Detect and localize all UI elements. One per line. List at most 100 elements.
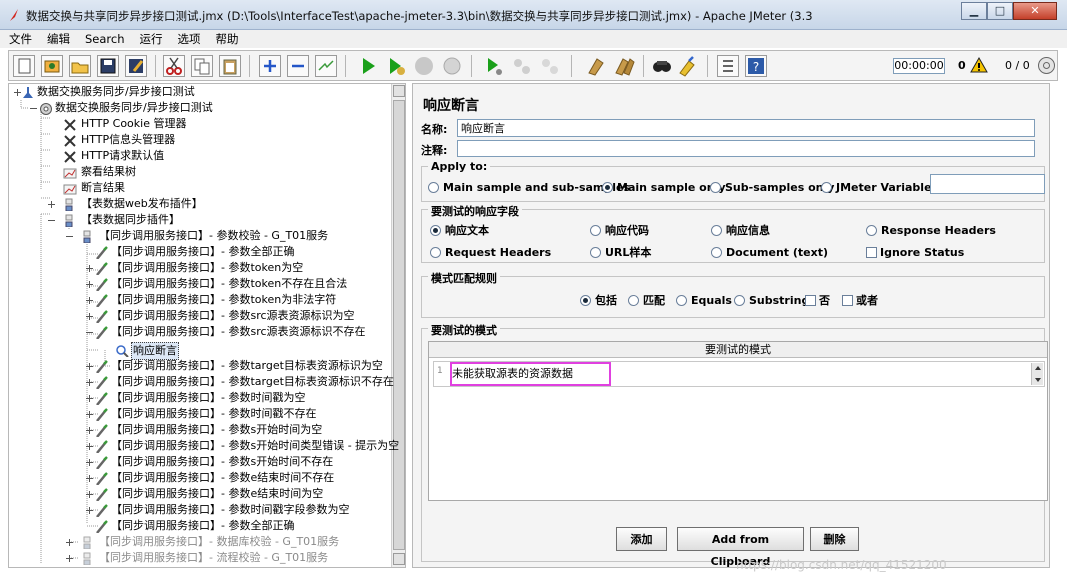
clear-icon[interactable]: [585, 55, 607, 77]
tree-toggle-icon[interactable]: [85, 426, 94, 435]
tree-toggle-icon[interactable]: [65, 538, 74, 547]
field-url-sample-radio[interactable]: URL样本: [590, 246, 651, 260]
patterns-column-header[interactable]: 要测试的模式: [429, 342, 1047, 358]
menu-help[interactable]: 帮助: [207, 30, 245, 47]
rule-equals-radio[interactable]: Equals: [676, 294, 732, 308]
tree-toggle-icon[interactable]: [85, 490, 94, 499]
remote-globe-icon[interactable]: [1037, 56, 1056, 75]
save-as-icon[interactable]: [125, 55, 147, 77]
field-document-text-radio[interactable]: Document (text): [711, 246, 828, 260]
tree-toggle-icon[interactable]: [85, 394, 94, 403]
ignore-status-checkbox[interactable]: Ignore Status: [866, 246, 964, 260]
clear-all-icon[interactable]: [613, 55, 635, 77]
thread-count: 0 / 0: [1005, 59, 1030, 72]
scroll-thumb[interactable]: [393, 100, 405, 550]
test-plan-tree[interactable]: 数据交换服务同步/异步接口测试 数据交换服务同步/异步接口测试 HTTP Coo…: [8, 83, 406, 568]
tree-toggle-icon[interactable]: [29, 104, 38, 113]
reset-search-icon[interactable]: [677, 55, 699, 77]
new-icon[interactable]: [13, 55, 35, 77]
expand-icon[interactable]: [259, 55, 281, 77]
rule-contains-radio[interactable]: 包括: [580, 294, 617, 308]
delete-button[interactable]: 删除: [810, 527, 859, 551]
stop-icon[interactable]: [413, 55, 435, 77]
scroll-up-arrow[interactable]: [393, 85, 405, 97]
help-icon[interactable]: ?: [745, 55, 767, 77]
comment-input[interactable]: [457, 140, 1035, 157]
minimize-button[interactable]: ▁: [961, 2, 987, 20]
pattern-scrollbar[interactable]: [1031, 363, 1043, 385]
tree-toggle-icon[interactable]: [85, 362, 94, 371]
tree-toggle-icon[interactable]: [47, 200, 56, 209]
start-no-pause-icon[interactable]: [385, 55, 407, 77]
apply-jmeter-variable-radio[interactable]: JMeter Variable: [821, 181, 932, 195]
add-from-clipboard-button[interactable]: Add from Clipboard: [677, 527, 804, 568]
pattern-line-number: 1: [437, 366, 443, 376]
function-helper-icon[interactable]: [717, 55, 739, 77]
open-icon[interactable]: [69, 55, 91, 77]
config-icon: [64, 135, 76, 147]
sampler-icon: [96, 472, 108, 485]
maximize-button[interactable]: □: [987, 2, 1013, 20]
tree-toggle-icon[interactable]: [85, 474, 94, 483]
shutdown-icon[interactable]: [441, 55, 463, 77]
toggle-icon[interactable]: [315, 55, 337, 77]
menu-edit[interactable]: 编辑: [38, 30, 76, 47]
collapse-icon[interactable]: [287, 55, 309, 77]
tree-toggle-icon[interactable]: [85, 506, 94, 515]
tree-toggle-icon[interactable]: [65, 232, 74, 241]
tree-toggle-icon[interactable]: [85, 312, 94, 321]
apply-main-only-radio[interactable]: Main sample only: [602, 181, 726, 195]
field-response-message-radio[interactable]: 响应信息: [711, 224, 770, 238]
sampler-icon: [96, 520, 108, 533]
remote-stop-icon[interactable]: [511, 55, 533, 77]
close-button[interactable]: ✕: [1013, 2, 1057, 20]
tree-toggle-icon[interactable]: [65, 554, 74, 563]
apply-main-and-sub-radio[interactable]: Main sample and sub-samples: [428, 181, 630, 195]
jmeter-variable-input[interactable]: [930, 174, 1045, 194]
save-icon[interactable]: [97, 55, 119, 77]
rule-or-checkbox[interactable]: 或者: [842, 294, 878, 308]
menu-search[interactable]: Search: [76, 30, 131, 47]
field-response-text-radio[interactable]: 响应文本: [430, 224, 489, 238]
tree-toggle-icon[interactable]: [85, 442, 94, 451]
field-response-code-radio[interactable]: 响应代码: [590, 224, 649, 238]
tree-toggle-icon[interactable]: [85, 296, 94, 305]
tree-toggle-icon[interactable]: [85, 378, 94, 387]
cut-icon[interactable]: [163, 55, 185, 77]
sampler-icon: [96, 278, 108, 291]
tree-toggle-icon[interactable]: [85, 280, 94, 289]
field-response-headers-radio[interactable]: Response Headers: [866, 224, 996, 238]
menu-file[interactable]: 文件: [0, 30, 38, 47]
field-request-headers-radio[interactable]: Request Headers: [430, 246, 551, 260]
paste-icon[interactable]: [219, 55, 241, 77]
search-icon[interactable]: [651, 55, 673, 77]
remote-shutdown-icon[interactable]: [539, 55, 561, 77]
start-icon[interactable]: [357, 55, 379, 77]
apply-sub-only-radio[interactable]: Sub-samples only: [710, 181, 834, 195]
add-button[interactable]: 添加: [616, 527, 667, 551]
sampler-icon: [96, 440, 108, 453]
tree-toggle-icon[interactable]: [85, 264, 94, 273]
tree-toggle-icon[interactable]: [47, 216, 56, 225]
templates-icon[interactable]: [41, 55, 63, 77]
warning-icon[interactable]: [970, 57, 988, 73]
rule-matches-radio[interactable]: 匹配: [628, 294, 665, 308]
copy-icon[interactable]: [191, 55, 213, 77]
tree-toggle-icon[interactable]: [85, 328, 94, 337]
name-input[interactable]: [457, 119, 1035, 137]
scroll-down-arrow[interactable]: [393, 553, 405, 565]
remote-start-icon[interactable]: [483, 55, 505, 77]
patterns-table[interactable]: 要测试的模式 1 未能获取源表的资源数据: [428, 341, 1048, 501]
pattern-row[interactable]: 1 未能获取源表的资源数据: [433, 361, 1045, 387]
tree-scrollbar[interactable]: [391, 84, 405, 567]
sampler-icon: [96, 310, 108, 323]
toolbar: ? 00:00:00 0 0 / 0: [8, 50, 1058, 81]
svg-text:?: ?: [753, 60, 759, 74]
menu-run[interactable]: 运行: [131, 30, 169, 47]
rule-not-checkbox[interactable]: 否: [805, 294, 830, 308]
tree-toggle-icon[interactable]: [85, 458, 94, 467]
tree-toggle-icon[interactable]: [85, 410, 94, 419]
rule-substring-radio[interactable]: Substring: [734, 294, 809, 308]
watermark: https://blog.csdn.net/qq_41521200: [736, 558, 947, 572]
menu-options[interactable]: 选项: [169, 30, 207, 47]
